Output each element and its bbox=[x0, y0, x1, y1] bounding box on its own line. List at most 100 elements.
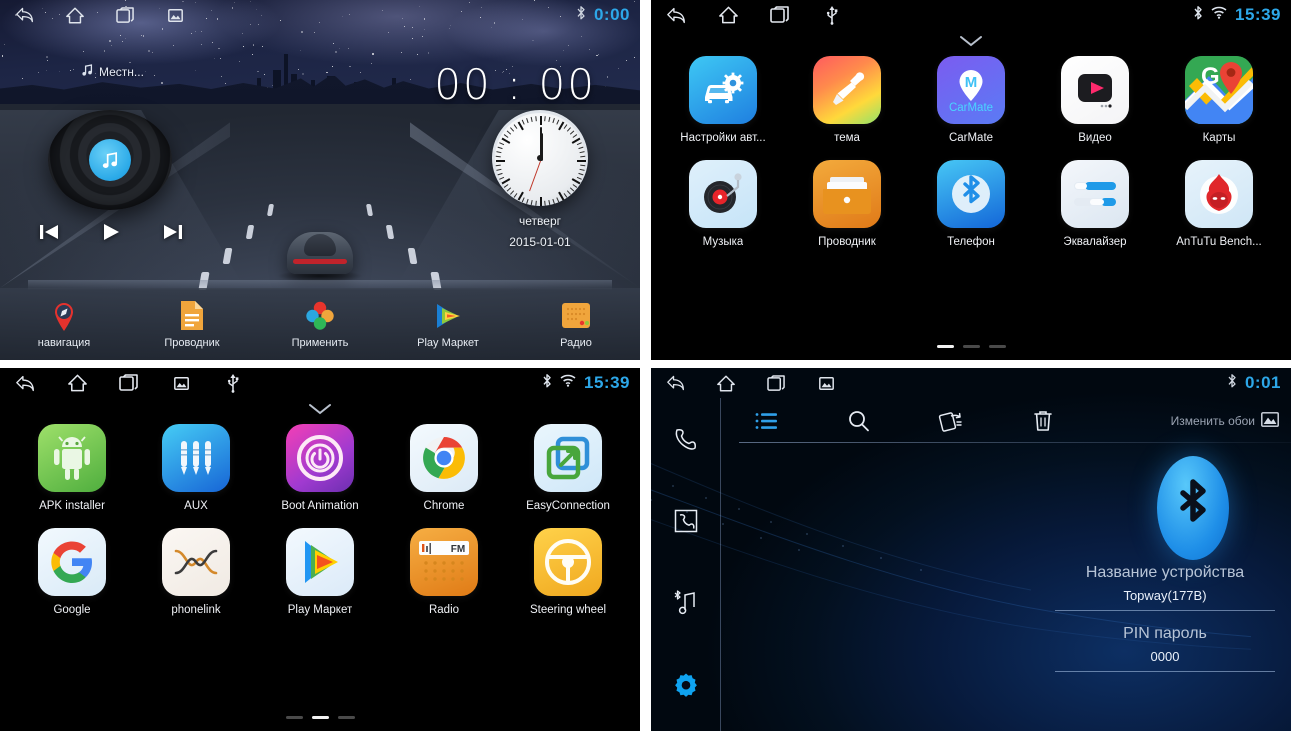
trash-icon[interactable] bbox=[997, 409, 1089, 433]
app-maps[interactable]: G Карты bbox=[1157, 56, 1281, 144]
screenshot-icon[interactable] bbox=[815, 372, 837, 394]
app-label: Музыка bbox=[703, 236, 744, 248]
app-phone[interactable]: Телефон bbox=[909, 160, 1033, 248]
app-apk-installer[interactable]: APK installer bbox=[10, 424, 134, 512]
analog-clock-widget[interactable] bbox=[492, 110, 588, 206]
page-dot-3[interactable] bbox=[989, 345, 1006, 348]
music-note-icon bbox=[82, 64, 93, 79]
prev-track-button[interactable] bbox=[38, 222, 60, 247]
search-icon[interactable] bbox=[813, 409, 905, 433]
app-phonelink[interactable]: phonelink bbox=[134, 528, 258, 616]
home-icon[interactable] bbox=[64, 4, 86, 26]
page-dot-2[interactable] bbox=[963, 345, 980, 348]
play-store-icon bbox=[286, 528, 354, 596]
app-music[interactable]: Музыка bbox=[661, 160, 785, 248]
usb-icon[interactable] bbox=[222, 372, 244, 394]
dock-item-navigation[interactable]: навигация bbox=[0, 300, 128, 349]
app-label: CarMate bbox=[949, 132, 993, 144]
back-icon[interactable] bbox=[14, 4, 36, 26]
recents-icon[interactable] bbox=[114, 4, 136, 26]
pin-value[interactable]: 0000 bbox=[1055, 649, 1275, 671]
screenshot-icon[interactable] bbox=[164, 4, 186, 26]
theme-brush-icon bbox=[813, 56, 881, 124]
equalizer-icon bbox=[1061, 160, 1129, 228]
app-play-market[interactable]: Play Маркет bbox=[258, 528, 382, 616]
dock-item-file-manager[interactable]: Проводник bbox=[128, 300, 256, 349]
dock-item-radio[interactable]: Радио bbox=[512, 300, 640, 349]
back-icon[interactable] bbox=[665, 4, 687, 26]
chevron-down-icon[interactable] bbox=[308, 402, 332, 420]
chevron-down-icon[interactable] bbox=[959, 34, 983, 52]
nav-icons-home bbox=[14, 4, 186, 26]
car-body bbox=[287, 232, 353, 274]
app-steering-wheel[interactable]: Steering wheel bbox=[506, 528, 630, 616]
status-clock: 0:01 bbox=[1245, 373, 1281, 393]
page-dot-2[interactable] bbox=[312, 716, 329, 719]
next-track-button[interactable] bbox=[162, 222, 184, 247]
app-google[interactable]: Google bbox=[10, 528, 134, 616]
home-icon[interactable] bbox=[715, 372, 737, 394]
statusbar-home: 0:00 bbox=[0, 0, 640, 30]
antutu-icon bbox=[1185, 160, 1253, 228]
carmate-icon: M CarMate bbox=[937, 56, 1005, 124]
app-easyconnection[interactable]: EasyConnection bbox=[506, 424, 630, 512]
music-source-label: Местн... bbox=[82, 64, 144, 79]
dock-label-file-manager: Проводник bbox=[164, 337, 219, 349]
app-file-manager[interactable]: Проводник bbox=[785, 160, 909, 248]
app-video[interactable]: Видео bbox=[1033, 56, 1157, 144]
dialpad-phone-icon[interactable] bbox=[671, 424, 701, 454]
digital-clock: 00 : 00 bbox=[434, 60, 596, 109]
bluetooth-logo-icon bbox=[1157, 456, 1229, 560]
app-grid-page-1: Настройки авт... тема M CarMate CarMate … bbox=[661, 56, 1281, 248]
bluetooth-phone-icon bbox=[937, 160, 1005, 228]
device-name-value[interactable]: Topway(177B) bbox=[1055, 588, 1275, 610]
collage-gutter-horizontal bbox=[0, 360, 1291, 368]
status-right-bluetooth: 0:01 bbox=[1227, 373, 1281, 394]
app-aux[interactable]: AUX bbox=[134, 424, 258, 512]
recents-icon[interactable] bbox=[765, 372, 787, 394]
list-icon[interactable] bbox=[721, 411, 813, 431]
screenshot-icon[interactable] bbox=[170, 372, 192, 394]
dock-item-play-market[interactable]: Play Маркет bbox=[384, 300, 512, 349]
panel-bluetooth-settings: 0:01 Изменить обои Название устройства T… bbox=[651, 368, 1291, 731]
settings-gear-icon[interactable] bbox=[671, 670, 701, 700]
sync-contacts-icon[interactable] bbox=[905, 409, 997, 433]
app-label: Boot Animation bbox=[281, 500, 358, 512]
app-label: Play Маркет bbox=[288, 604, 353, 616]
recents-icon[interactable] bbox=[118, 372, 140, 394]
page-dot-3[interactable] bbox=[338, 716, 355, 719]
app-equalizer[interactable]: Эквалайзер bbox=[1033, 160, 1157, 248]
bluetooth-music-icon[interactable] bbox=[671, 588, 701, 618]
app-chrome[interactable]: Chrome bbox=[382, 424, 506, 512]
nav-icons-drawer-2 bbox=[14, 372, 244, 394]
home-icon[interactable] bbox=[717, 4, 739, 26]
home-icon[interactable] bbox=[66, 372, 88, 394]
bluetooth-sidebar bbox=[651, 398, 721, 731]
vinyl-center-note-icon bbox=[89, 139, 131, 181]
clock-day-name: четверг bbox=[492, 214, 588, 228]
dock-label-navigation: навигация bbox=[38, 337, 90, 349]
app-radio[interactable]: FM Radio bbox=[382, 528, 506, 616]
back-icon[interactable] bbox=[665, 372, 687, 394]
usb-icon[interactable] bbox=[821, 4, 843, 26]
statusbar-drawer-1: 15:39 bbox=[651, 0, 1291, 30]
file-folder-icon bbox=[813, 160, 881, 228]
app-boot-animation[interactable]: Boot Animation bbox=[258, 424, 382, 512]
page-dot-1[interactable] bbox=[286, 716, 303, 719]
back-icon[interactable] bbox=[14, 372, 36, 394]
app-car-settings[interactable]: Настройки авт... bbox=[661, 56, 785, 144]
file-manager-icon bbox=[176, 300, 208, 332]
dock-item-apply[interactable]: Применить bbox=[256, 300, 384, 349]
recents-icon[interactable] bbox=[769, 4, 791, 26]
app-theme[interactable]: тема bbox=[785, 56, 909, 144]
dock-label-play-market: Play Маркет bbox=[417, 337, 479, 349]
vinyl-record-widget[interactable] bbox=[48, 110, 172, 210]
app-antutu[interactable]: AnTuTu Bench... bbox=[1157, 160, 1281, 248]
page-dot-1[interactable] bbox=[937, 345, 954, 348]
call-log-icon[interactable] bbox=[671, 506, 701, 536]
pin-underline bbox=[1055, 671, 1275, 672]
app-label: Видео bbox=[1078, 132, 1112, 144]
change-wallpaper-button[interactable]: Изменить обои bbox=[1171, 412, 1279, 430]
play-button[interactable] bbox=[101, 222, 121, 247]
app-carmate[interactable]: M CarMate CarMate bbox=[909, 56, 1033, 144]
